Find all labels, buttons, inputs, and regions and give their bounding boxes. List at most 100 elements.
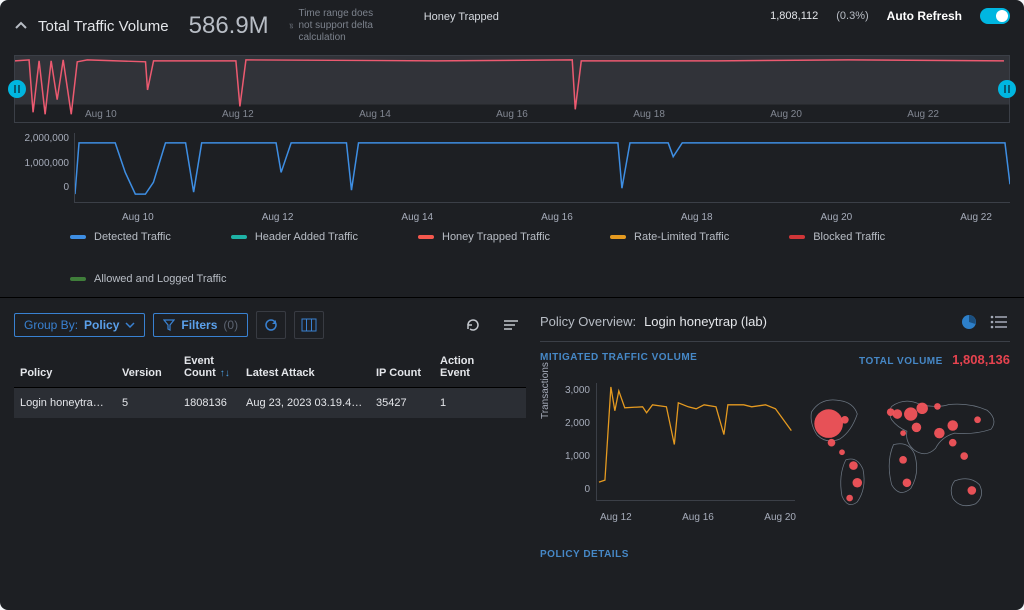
caret-down-icon (125, 322, 135, 328)
legend-item[interactable]: Blocked Traffic (789, 231, 885, 243)
legend-swatch (231, 235, 247, 239)
tick: 0 (560, 484, 590, 495)
tick: Aug 20 (764, 512, 796, 523)
tick: Aug 16 (541, 212, 573, 223)
tick: 2,000 (560, 418, 590, 429)
lower-split: Group By: Policy Filters (0) Policy Vers… (0, 298, 1024, 606)
legend-label: Rate-Limited Traffic (634, 231, 729, 243)
group-by-selector[interactable]: Group By: Policy (14, 313, 145, 337)
tick: 0 (14, 182, 69, 193)
header: Total Traffic Volume 586.9M Time range d… (0, 0, 1024, 45)
total-volume-value: 1,808,136 (952, 352, 1010, 367)
honey-trapped-label: Honey Trapped (424, 8, 499, 23)
overview-map[interactable] (800, 371, 1010, 543)
legend-swatch (610, 235, 626, 239)
reset-filters-button[interactable] (256, 311, 286, 339)
legend-item[interactable]: Honey Trapped Traffic (418, 231, 550, 243)
group-by-label: Group By: (24, 318, 78, 332)
dashboard: { "header": { "chevron": "collapse", "to… (0, 0, 1024, 610)
policy-table: Policy Version Event Count ↑↓ Latest Atta… (14, 347, 526, 419)
col-ip-count[interactable]: IP Count (376, 367, 440, 379)
delta-msg-text: Time range does not support delta calcul… (298, 8, 378, 44)
group-by-value: Policy (84, 318, 119, 332)
legend-label: Detected Traffic (94, 231, 171, 243)
overview-line (15, 56, 1009, 122)
auto-refresh-toggle[interactable] (980, 8, 1010, 24)
legend-swatch (70, 277, 86, 281)
honey-trapped-count: 1,808,112 (770, 10, 818, 22)
cell-latest: Aug 23, 2023 03.19.4… (246, 397, 376, 409)
tick: Aug 18 (681, 212, 713, 223)
cell-version: 5 (122, 397, 184, 409)
pie-chart-icon[interactable] (958, 311, 980, 333)
tick: Aug 22 (960, 212, 992, 223)
settings-menu-button[interactable] (496, 311, 526, 339)
cell-policy: Login honeytra… (20, 397, 122, 409)
table-header: Policy Version Event Count ↑↓ Latest Atta… (14, 347, 526, 388)
refresh-button[interactable] (458, 311, 488, 339)
main-y-axis: 2,000,000 1,000,000 0 (14, 133, 69, 193)
table-toolbar: Group By: Policy Filters (0) (14, 308, 526, 342)
header-left: Total Traffic Volume 586.9M Time range d… (14, 8, 379, 44)
tick: 1,000,000 (14, 158, 69, 169)
tick: 1,000 (560, 451, 590, 462)
col-event-count[interactable]: Event Count ↑↓ (184, 355, 246, 379)
range-handle-left[interactable] (8, 80, 26, 98)
overview-icons (958, 311, 1010, 333)
total-traffic-value: 586.9M (189, 12, 269, 40)
overview-x-axis: Aug 12 Aug 16 Aug 20 (596, 512, 800, 523)
cell-ip: 35427 (376, 397, 440, 409)
legend-label: Header Added Traffic (255, 231, 358, 243)
legend-item[interactable]: Rate-Limited Traffic (610, 231, 729, 243)
main-chart: 2,000,000 1,000,000 0 Aug 10 Aug 12 Aug … (14, 133, 1010, 223)
table-row[interactable]: Login honeytra… 5 1808136 Aug 23, 2023 0… (14, 388, 526, 419)
filter-icon (163, 319, 175, 331)
filters-count: (0) (223, 318, 238, 332)
policy-table-pane: Group By: Policy Filters (0) Policy Vers… (0, 298, 528, 606)
chevron-up-icon[interactable] (14, 19, 28, 33)
overview-title: Policy Overview: (540, 314, 636, 329)
label: Event Count (184, 355, 216, 379)
cell-action: 1 (440, 397, 500, 409)
tick: Aug 12 (600, 512, 632, 523)
header-right: 1,808,112 (0.3%) Auto Refresh (770, 8, 1010, 24)
overview-body: Transactions 3,000 2,000 1,000 0 Aug 12 … (540, 371, 1010, 543)
main-chart-canvas[interactable] (74, 133, 1010, 203)
legend-label: Honey Trapped Traffic (442, 231, 550, 243)
col-policy[interactable]: Policy (20, 367, 122, 379)
sort-icon: ↑↓ (220, 368, 230, 379)
legend-swatch (789, 235, 805, 239)
col-action-event[interactable]: Action Event (440, 355, 500, 379)
columns-button[interactable] (294, 311, 324, 339)
filters-button[interactable]: Filters (0) (153, 313, 248, 337)
legend-label: Allowed and Logged Traffic (94, 273, 227, 285)
overview-header: Policy Overview: Login honeytrap (lab) (540, 308, 1010, 342)
tick: Aug 14 (401, 212, 433, 223)
policy-details-label: POLICY DETAILS (540, 549, 1010, 560)
legend-item[interactable]: Allowed and Logged Traffic (70, 273, 227, 285)
tick: Aug 10 (122, 212, 154, 223)
overview-timeline[interactable]: Aug 10 Aug 12 Aug 14 Aug 16 Aug 18 Aug 2… (14, 55, 1010, 123)
total-volume-label: TOTAL VOLUME (859, 356, 943, 367)
legend-item[interactable]: Detected Traffic (70, 231, 171, 243)
overview-metrics: MITIGATED TRAFFIC VOLUME TOTAL VOLUME 1,… (540, 352, 1010, 367)
main-x-axis: Aug 10 Aug 12 Aug 14 Aug 16 Aug 18 Aug 2… (74, 212, 1010, 223)
delta-unavailable-msg: Time range does not support delta calcul… (289, 8, 379, 44)
overview-chart[interactable]: Transactions 3,000 2,000 1,000 0 Aug 12 … (540, 371, 800, 543)
col-version[interactable]: Version (122, 367, 184, 379)
range-handle-right[interactable] (998, 80, 1016, 98)
col-latest-attack[interactable]: Latest Attack (246, 367, 376, 379)
overview-line (596, 383, 795, 501)
legend-item[interactable]: Header Added Traffic (231, 231, 358, 243)
policy-overview-pane: Policy Overview: Login honeytrap (lab) M… (528, 298, 1024, 606)
cell-event-count: 1808136 (184, 397, 246, 409)
auto-refresh-label: Auto Refresh (887, 9, 962, 23)
legend-swatch (418, 235, 434, 239)
list-view-icon[interactable] (988, 311, 1010, 333)
overview-y-axis: 3,000 2,000 1,000 0 (560, 385, 590, 495)
tick: 3,000 (560, 385, 590, 396)
tick: Aug 20 (821, 212, 853, 223)
legend-swatch (70, 235, 86, 239)
filters-label: Filters (181, 318, 217, 332)
honey-trapped-pct: (0.3%) (836, 10, 868, 22)
